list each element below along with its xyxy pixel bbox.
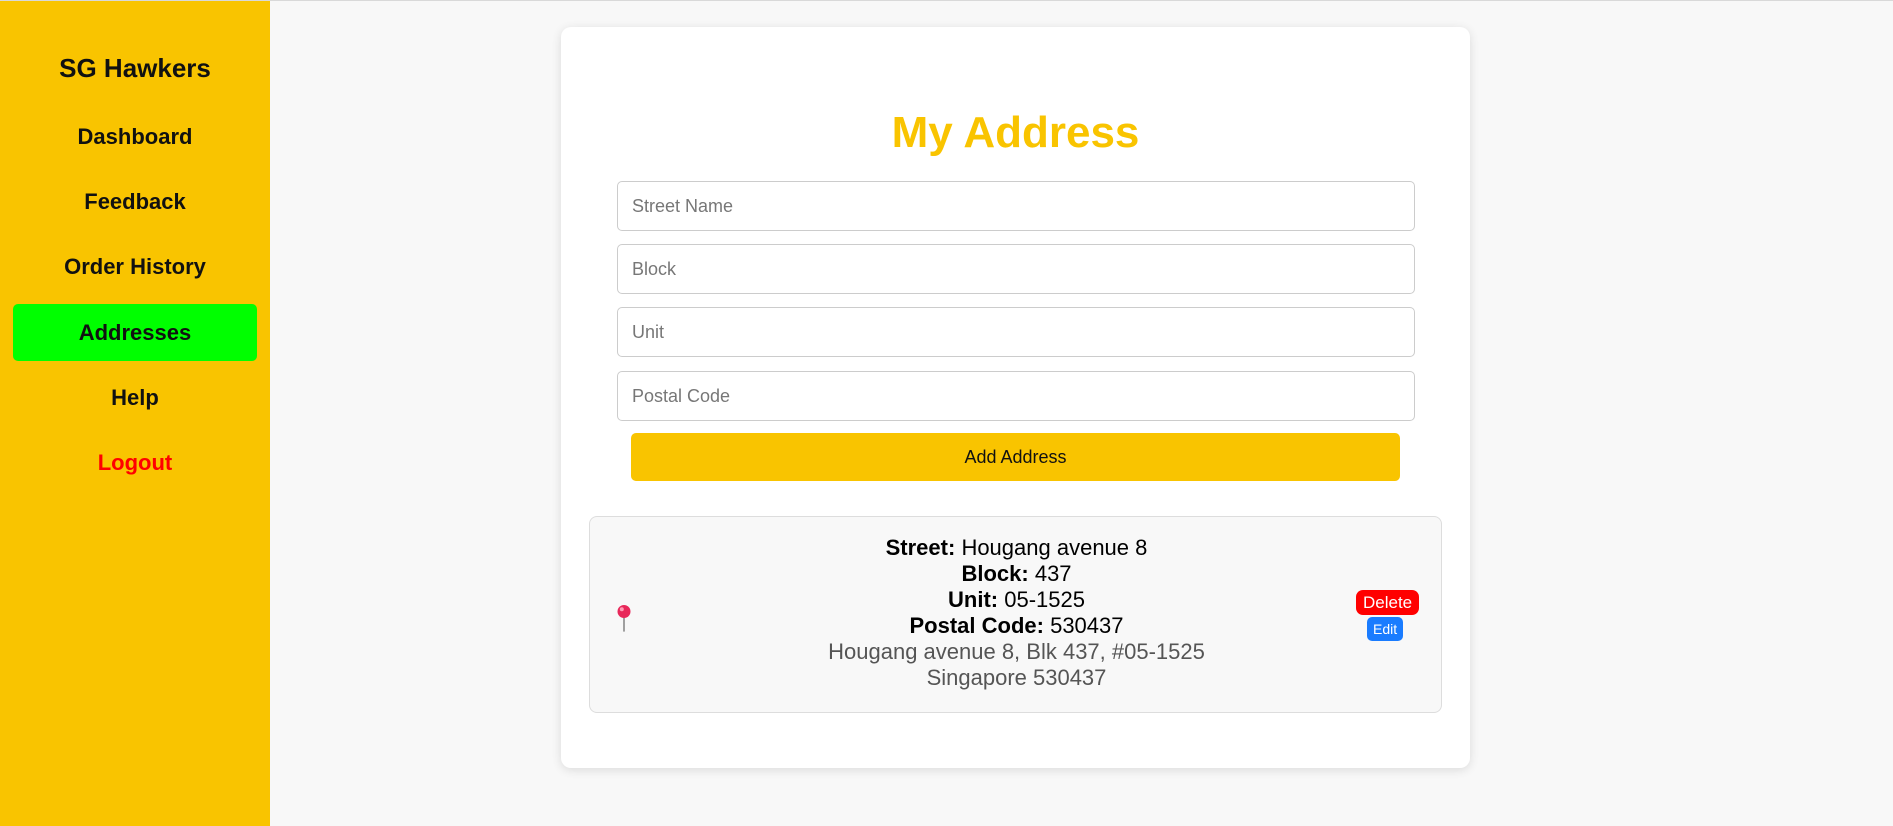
address-card: My Address Add Address Street: Hougang a… (561, 27, 1470, 768)
postal-line: Postal Code: 530437 (590, 613, 1443, 639)
full-address-line-1: Hougang avenue 8, Blk 437, #05-1525 (828, 639, 1205, 664)
block-line: Block: 437 (590, 561, 1443, 587)
block-input[interactable] (617, 244, 1415, 294)
block-value: 437 (1034, 561, 1072, 586)
edit-address-button[interactable]: Edit (1367, 617, 1404, 641)
postal-value: 530437 (1050, 613, 1124, 638)
top-border (0, 0, 1893, 1)
unit-input[interactable] (617, 307, 1415, 357)
delete-address-button[interactable]: Delete (1356, 590, 1420, 615)
street-value: Hougang avenue 8 (961, 535, 1148, 560)
postal-label: Postal Code: (909, 613, 1044, 638)
sidebar: SG Hawkers Dashboard Feedback Order Hist… (0, 1, 270, 826)
street-line: Street: Hougang avenue 8 (590, 535, 1443, 561)
postal-code-input[interactable] (617, 371, 1415, 421)
sidebar-item-order-history[interactable]: Order History (13, 238, 257, 295)
brand-title: SG Hawkers (59, 53, 211, 83)
address-entry: Street: Hougang avenue 8 Block: 437 Unit… (589, 516, 1442, 713)
unit-line: Unit: 05-1525 (590, 587, 1443, 613)
sidebar-item-addresses[interactable]: Addresses (13, 304, 257, 361)
unit-label: Unit: (948, 587, 999, 612)
add-address-button[interactable]: Add Address (631, 433, 1400, 481)
block-label: Block: (961, 561, 1029, 586)
street-label: Street: (885, 535, 956, 560)
address-details: Street: Hougang avenue 8 Block: 437 Unit… (590, 535, 1443, 691)
sidebar-item-logout[interactable]: Logout (13, 434, 257, 491)
unit-value: 05-1525 (1004, 587, 1085, 612)
street-name-input[interactable] (617, 181, 1415, 231)
full-address-line-2: Singapore 530437 (926, 665, 1107, 690)
page-title: My Address (891, 108, 1140, 157)
sidebar-item-feedback[interactable]: Feedback (13, 173, 257, 230)
sidebar-item-dashboard[interactable]: Dashboard (13, 108, 257, 165)
sidebar-item-help[interactable]: Help (13, 369, 257, 426)
